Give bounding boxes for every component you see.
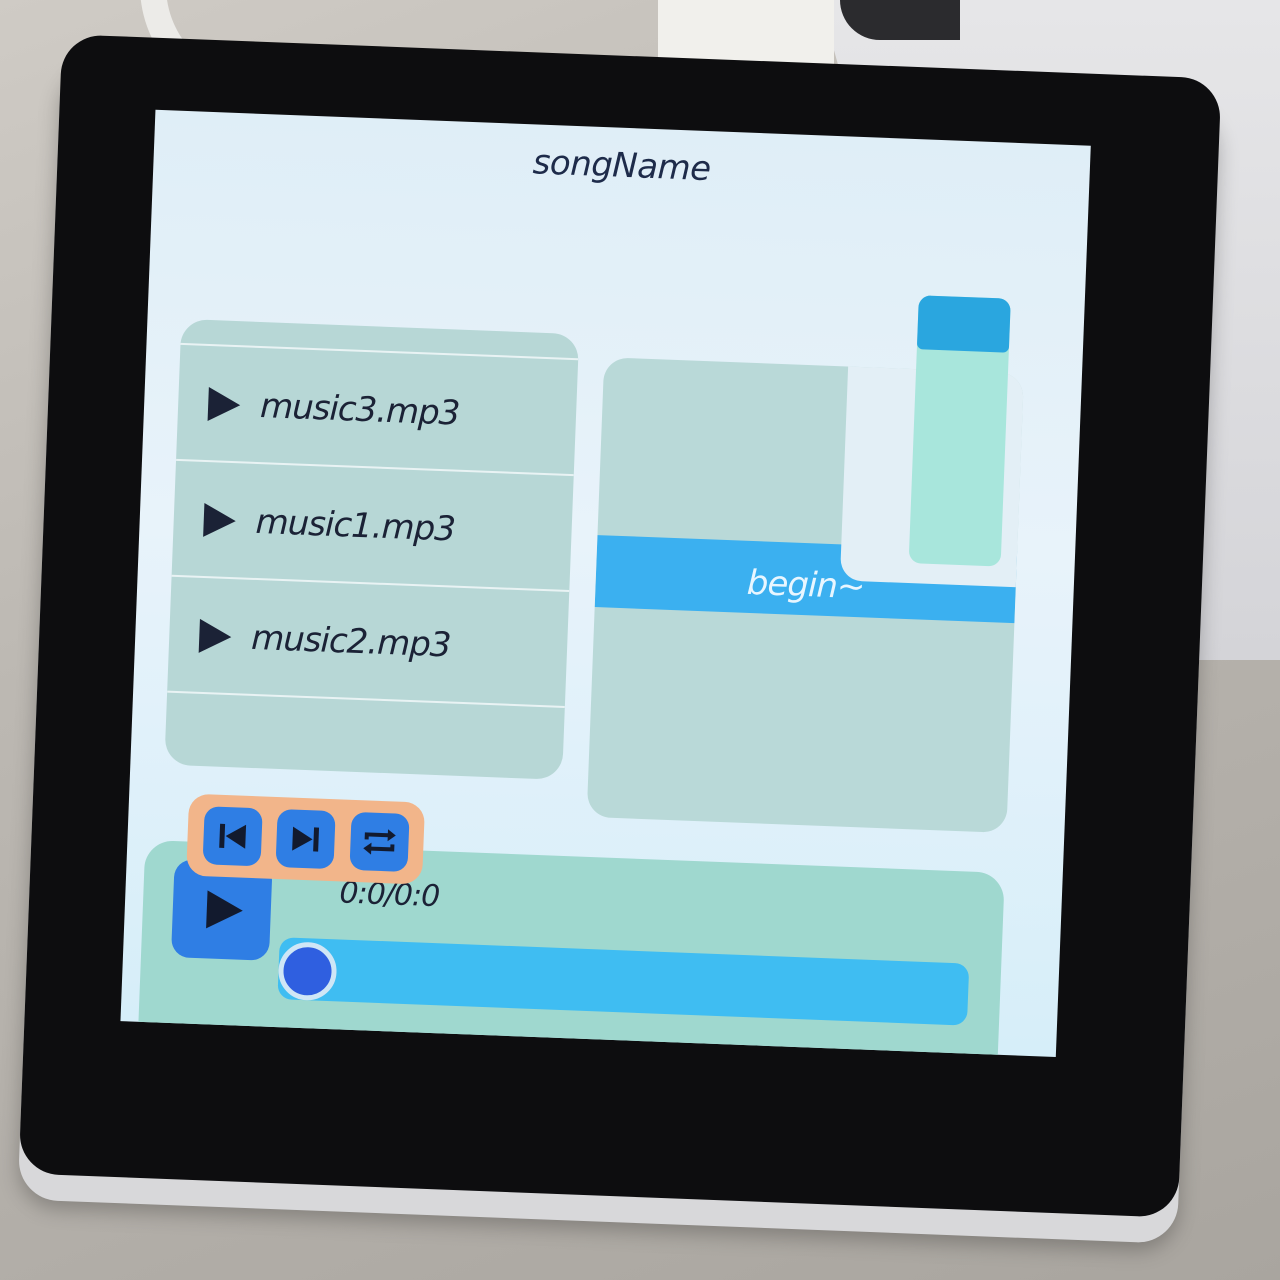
previous-button[interactable] bbox=[202, 806, 263, 867]
volume-knob[interactable] bbox=[916, 295, 1011, 353]
playlist-item-label: music3.mp3 bbox=[259, 386, 461, 434]
volume-slider[interactable] bbox=[908, 295, 1011, 567]
laptop-edge bbox=[840, 0, 960, 40]
music-player-screen: songName music3.mp3 music1.mp3 music2.mp… bbox=[120, 109, 1091, 1058]
play-triangle-icon bbox=[198, 618, 232, 655]
progress-bar[interactable] bbox=[277, 937, 970, 1026]
play-icon bbox=[206, 890, 244, 930]
skip-next-icon bbox=[292, 826, 320, 852]
playlist-item-label: music2.mp3 bbox=[250, 617, 452, 666]
progress-knob[interactable] bbox=[277, 941, 338, 1002]
playlist-item[interactable]: music2.mp3 bbox=[167, 574, 570, 708]
skip-previous-icon bbox=[218, 823, 246, 849]
playlist-divider bbox=[164, 690, 565, 780]
loop-button[interactable] bbox=[348, 811, 410, 873]
playlist-item[interactable]: music3.mp3 bbox=[176, 342, 579, 477]
control-buttons bbox=[186, 793, 426, 885]
playlist[interactable]: music3.mp3 music1.mp3 music2.mp3 bbox=[164, 318, 580, 780]
play-triangle-icon bbox=[207, 387, 241, 423]
repeat-icon bbox=[362, 829, 396, 855]
playlist-item-label: music1.mp3 bbox=[254, 501, 456, 550]
song-title: songName bbox=[531, 142, 712, 190]
playlist-item[interactable]: music1.mp3 bbox=[171, 458, 574, 593]
next-button[interactable] bbox=[275, 808, 336, 870]
play-triangle-icon bbox=[203, 502, 237, 539]
device-frame: songName music3.mp3 music1.mp3 music2.mp… bbox=[18, 34, 1222, 1218]
